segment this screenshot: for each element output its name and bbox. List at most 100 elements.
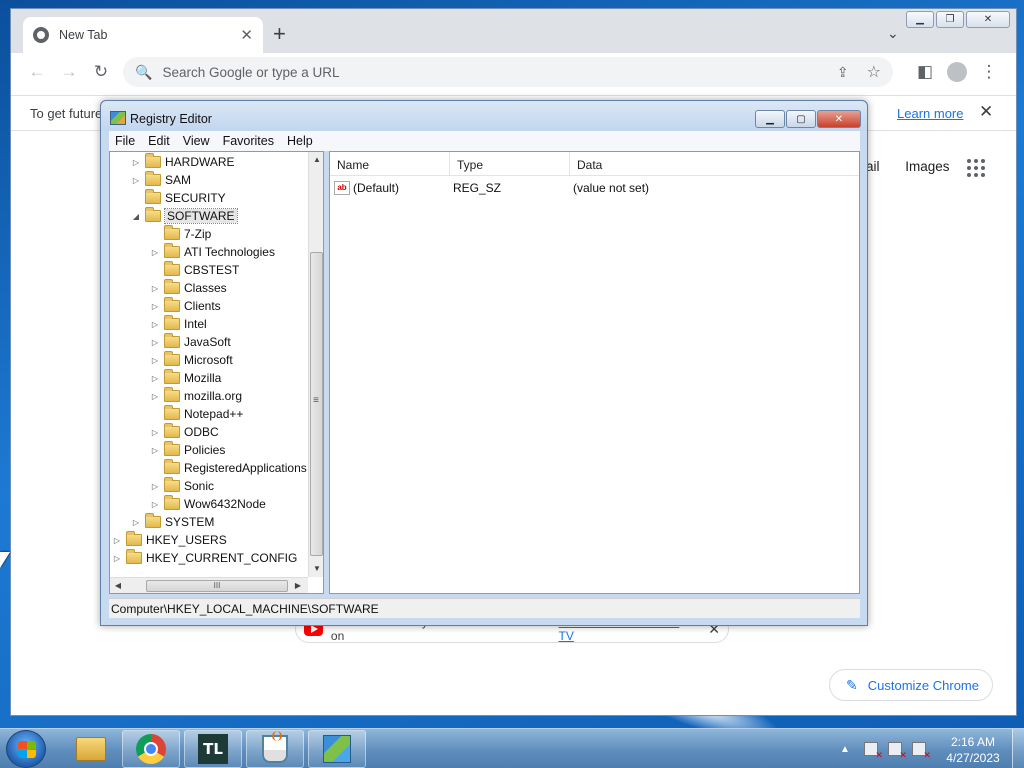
- scroll-left-icon[interactable]: ◀: [110, 578, 126, 593]
- expand-arrow-icon[interactable]: ▷: [150, 356, 160, 365]
- scroll-down-icon[interactable]: ▼: [309, 561, 323, 577]
- expand-arrow-icon[interactable]: ▷: [150, 248, 160, 257]
- expand-arrow-icon[interactable]: ▷: [150, 500, 160, 509]
- column-header-type[interactable]: Type: [450, 152, 570, 176]
- expand-arrow-icon[interactable]: ▷: [112, 554, 122, 563]
- tree-node[interactable]: ▷ HKEY_CURRENT_CONFIG: [112, 549, 297, 567]
- tab-search-icon[interactable]: ⌄: [887, 25, 899, 42]
- expand-arrow-icon[interactable]: ▷: [112, 536, 122, 545]
- taskbar-chrome[interactable]: [122, 730, 180, 768]
- expand-arrow-icon[interactable]: ◢: [131, 212, 141, 221]
- show-desktop-button[interactable]: [1012, 729, 1024, 768]
- menu-favorites[interactable]: Favorites: [223, 134, 274, 148]
- menu-view[interactable]: View: [183, 134, 210, 148]
- tree-node[interactable]: RegisteredApplications: [150, 459, 307, 477]
- forward-icon[interactable]: →: [53, 56, 85, 88]
- tree-horizontal-scrollbar[interactable]: ◀ III ▶: [110, 577, 308, 593]
- expand-arrow-icon[interactable]: ▷: [150, 446, 160, 455]
- menu-file[interactable]: File: [115, 134, 135, 148]
- tree-node[interactable]: ▷ Policies: [150, 441, 225, 459]
- column-header-name[interactable]: Name: [330, 152, 450, 176]
- minimize-button[interactable]: ▁: [906, 11, 934, 28]
- tree-node[interactable]: 7-Zip: [150, 225, 211, 243]
- restore-button[interactable]: ❐: [936, 11, 964, 28]
- tree-node[interactable]: SECURITY: [131, 189, 226, 207]
- taskbar-regedit[interactable]: [308, 730, 366, 768]
- scroll-right-icon[interactable]: ▶: [290, 578, 306, 593]
- close-button[interactable]: ✕: [966, 11, 1010, 28]
- share-icon[interactable]: ⇪: [837, 64, 849, 81]
- omnibox-placeholder[interactable]: Search Google or type a URL: [162, 65, 836, 80]
- taskbar-tl-app[interactable]: TL: [184, 730, 242, 768]
- clock[interactable]: 2:16 AM 4/27/2023: [944, 734, 1002, 766]
- google-apps-icon[interactable]: [967, 159, 985, 177]
- tree-vertical-scrollbar[interactable]: ▲ ▼: [308, 152, 323, 577]
- expand-arrow-icon[interactable]: ▷: [131, 158, 141, 167]
- hscroll-thumb[interactable]: III: [146, 580, 288, 592]
- tree-node[interactable]: ▷ Clients: [150, 297, 221, 315]
- tree-node[interactable]: ▷ JavaSoft: [150, 333, 231, 351]
- expand-arrow-icon[interactable]: ▷: [150, 392, 160, 401]
- taskbar-java[interactable]: [246, 730, 304, 768]
- images-link[interactable]: Images: [905, 159, 949, 174]
- taskbar: TL ▲ 2:16 AM 4/27/2023: [0, 728, 1024, 768]
- tree-node[interactable]: ▷ Wow6432Node: [150, 495, 266, 513]
- close-button[interactable]: ✕: [817, 110, 861, 128]
- action-center-flag-icon[interactable]: [863, 742, 883, 761]
- tree-node-label: HKEY_CURRENT_CONFIG: [146, 551, 298, 565]
- tree-node[interactable]: ▷ Microsoft: [150, 351, 233, 369]
- tree-node[interactable]: ▷ mozilla.org: [150, 387, 242, 405]
- expand-arrow-icon[interactable]: ▷: [150, 284, 160, 293]
- side-panel-icon[interactable]: ◧: [909, 56, 941, 88]
- tree-node[interactable]: ▷ Intel: [150, 315, 207, 333]
- maximize-button[interactable]: ▢: [786, 110, 816, 128]
- folder-icon: [164, 459, 180, 474]
- tree-node[interactable]: ▷ ATI Technologies: [150, 243, 275, 261]
- tree-node[interactable]: ▷ SYSTEM: [131, 513, 214, 531]
- tree-node[interactable]: ▷ Sonic: [150, 477, 214, 495]
- expand-arrow-icon[interactable]: ▷: [150, 482, 160, 491]
- menu-edit[interactable]: Edit: [148, 134, 170, 148]
- chrome-menu-icon[interactable]: ⋮: [973, 56, 1005, 88]
- expand-arrow-icon[interactable]: ▷: [150, 320, 160, 329]
- new-tab-button[interactable]: +: [273, 23, 286, 45]
- regedit-titlebar[interactable]: Registry Editor ▁ ▢ ✕: [101, 101, 867, 131]
- start-button[interactable]: [6, 730, 46, 768]
- tree-node[interactable]: Notepad++: [150, 405, 243, 423]
- back-icon[interactable]: ←: [21, 56, 53, 88]
- tree-node[interactable]: ▷ ODBC: [150, 423, 219, 441]
- volume-icon[interactable]: [911, 742, 931, 761]
- expand-arrow-icon[interactable]: ▷: [150, 338, 160, 347]
- reload-icon[interactable]: ↻: [85, 56, 117, 88]
- omnibox[interactable]: 🔍 Search Google or type a URL ⇪ ☆: [123, 57, 893, 87]
- expand-arrow-icon[interactable]: ▷: [131, 518, 141, 527]
- tab-close-icon[interactable]: ✕: [240, 26, 253, 44]
- menu-help[interactable]: Help: [287, 134, 313, 148]
- show-hidden-icons-icon[interactable]: ▲: [840, 744, 850, 755]
- learn-more-link[interactable]: Learn more: [897, 106, 963, 121]
- info-bar-close-icon[interactable]: ✕: [979, 102, 993, 122]
- tree-node[interactable]: ▷ SAM: [131, 171, 191, 189]
- network-icon[interactable]: [887, 742, 907, 761]
- profile-button[interactable]: [941, 56, 973, 88]
- expand-arrow-icon[interactable]: ▷: [131, 176, 141, 185]
- scroll-up-icon[interactable]: ▲: [309, 152, 323, 168]
- bookmark-star-icon[interactable]: ☆: [867, 62, 881, 82]
- tree-node[interactable]: ▷ HKEY_USERS: [112, 531, 227, 549]
- expand-arrow-icon[interactable]: ▷: [150, 428, 160, 437]
- tree-node[interactable]: ▷ HARDWARE: [131, 153, 235, 171]
- expand-arrow-icon[interactable]: ▷: [150, 302, 160, 311]
- expand-arrow-icon[interactable]: ▷: [150, 374, 160, 383]
- minimize-button[interactable]: ▁: [755, 110, 785, 128]
- tree-node[interactable]: ▷ Classes: [150, 279, 227, 297]
- tree-node[interactable]: ▷ Mozilla: [150, 369, 221, 387]
- customize-chrome-button[interactable]: ✎ Customize Chrome: [829, 669, 993, 701]
- gmail-link[interactable]: ail: [866, 159, 880, 174]
- tree-node[interactable]: CBSTEST: [150, 261, 239, 279]
- list-item[interactable]: ab (Default) REG_SZ (value not set): [334, 179, 649, 197]
- taskbar-explorer[interactable]: [62, 730, 120, 768]
- tab-new-tab[interactable]: New Tab ✕: [23, 17, 263, 53]
- column-header-data[interactable]: Data: [570, 152, 859, 176]
- scroll-thumb[interactable]: [310, 252, 323, 556]
- tree-node[interactable]: ◢ SOFTWARE: [131, 207, 238, 225]
